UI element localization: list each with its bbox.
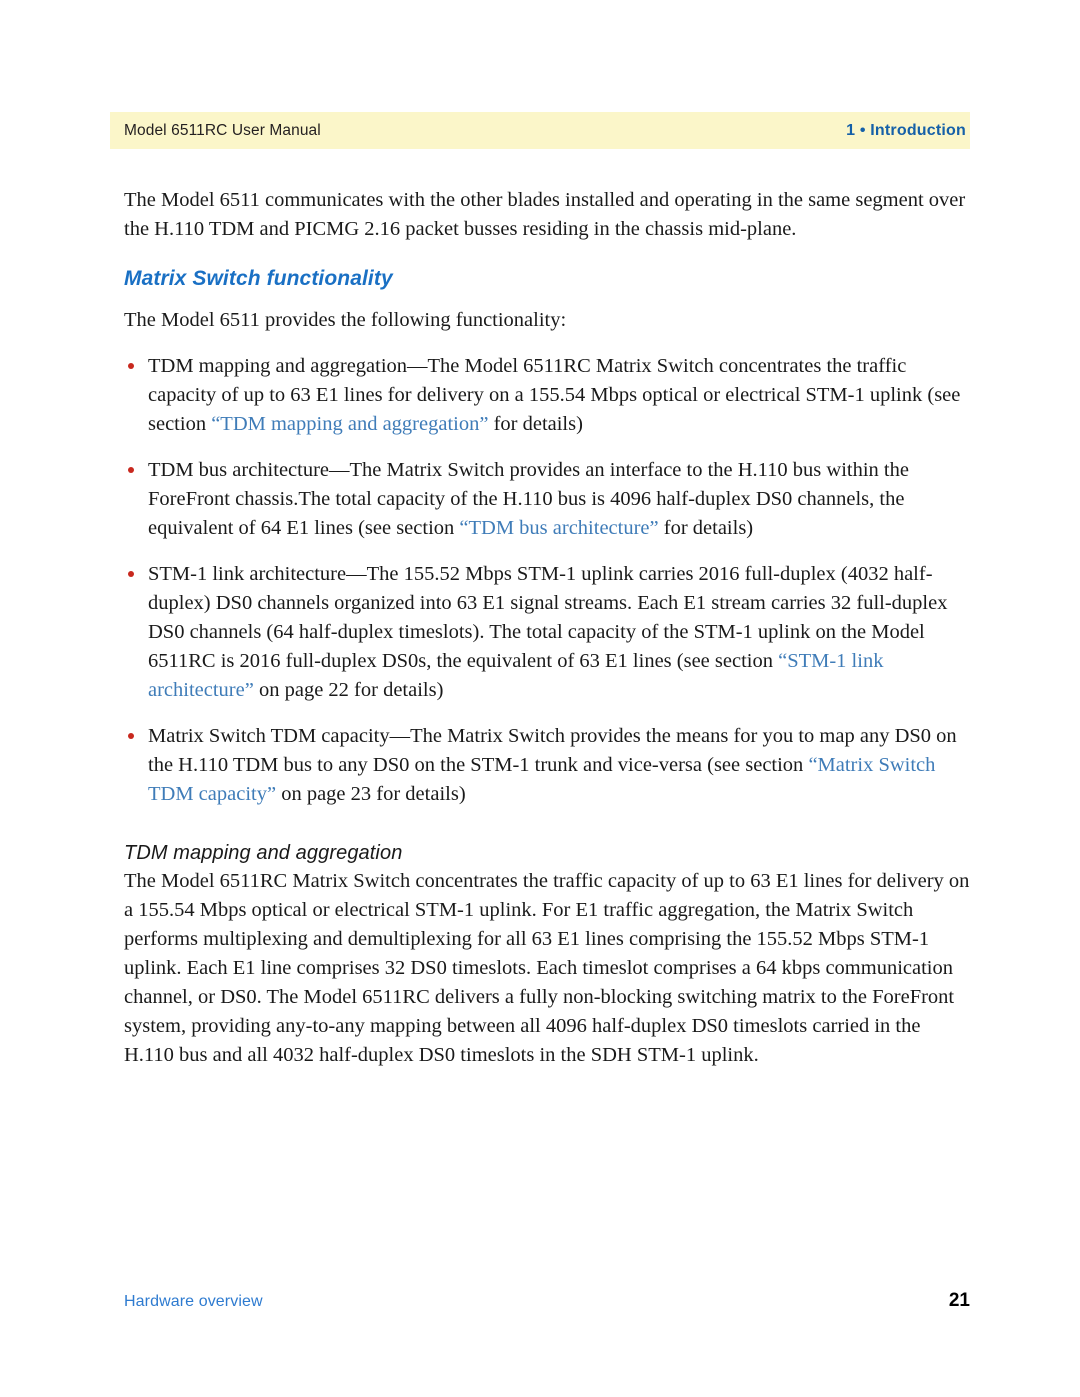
functionality-bullet-list: TDM mapping and aggregation—The Model 65… xyxy=(124,352,970,809)
bullet-dot-icon xyxy=(128,363,134,369)
page-content: The Model 6511 communicates with the oth… xyxy=(124,186,970,1070)
bullet-dot-icon xyxy=(128,733,134,739)
sub-heading-tdm-mapping-and-aggregation: TDM mapping and aggregation xyxy=(124,842,403,864)
manual-title: Model 6511RC User Manual xyxy=(124,121,321,139)
list-item: Matrix Switch TDM capacity—The Matrix Sw… xyxy=(124,722,970,809)
bullet-dot-icon xyxy=(128,571,134,577)
footer-section-label: Hardware overview xyxy=(124,1293,263,1310)
page-number: 21 xyxy=(948,1290,970,1311)
list-item: STM-1 link architecture—The 155.52 Mbps … xyxy=(124,560,970,705)
cross-reference-link[interactable]: “TDM bus architecture” xyxy=(459,517,658,539)
section-lead-in: The Model 6511 provides the following fu… xyxy=(124,309,567,331)
subsection-paragraph: The Model 6511RC Matrix Switch concentra… xyxy=(124,870,970,1066)
list-item: TDM bus architecture—The Matrix Switch p… xyxy=(124,456,970,543)
list-item-text-tail: on page 22 for details) xyxy=(253,679,444,701)
document-page: Model 6511RC User Manual 1 • Introductio… xyxy=(0,0,1080,1397)
list-item-text-tail: on page 23 for details) xyxy=(276,783,466,805)
page-footer: Hardware overview 21 xyxy=(124,1290,970,1312)
cross-reference-link[interactable]: “TDM mapping and aggregation” xyxy=(211,413,488,435)
chapter-label: 1 • Introduction xyxy=(846,121,966,139)
list-item-text-tail: for details) xyxy=(488,413,583,435)
bullet-dot-icon xyxy=(128,467,134,473)
running-header: Model 6511RC User Manual 1 • Introductio… xyxy=(110,112,970,149)
intro-paragraph: The Model 6511 communicates with the oth… xyxy=(124,189,966,240)
section-heading-matrix-switch-functionality: Matrix Switch functionality xyxy=(124,267,393,290)
list-item: TDM mapping and aggregation—The Model 65… xyxy=(124,352,970,439)
list-item-text-tail: for details) xyxy=(658,517,754,539)
